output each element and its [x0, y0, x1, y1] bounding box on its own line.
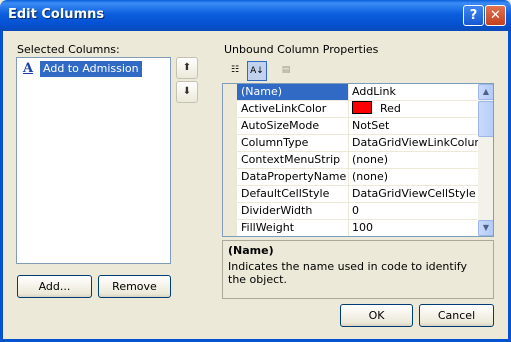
property-name: ContextMenuStrip: [237, 152, 349, 169]
property-value[interactable]: (none): [349, 152, 478, 169]
scroll-up-icon: ▲: [482, 87, 490, 96]
help-icon: ?: [469, 8, 478, 23]
property-name: AutoSizeMode: [237, 118, 349, 135]
property-pages-button[interactable]: ▤: [276, 61, 296, 81]
scroll-down-icon: ▼: [482, 223, 490, 232]
property-name: DividerWidth: [237, 203, 349, 220]
scroll-thumb[interactable]: [478, 101, 493, 137]
property-row[interactable]: DataPropertyName (none): [237, 169, 478, 186]
property-row[interactable]: ContextMenuStrip (none): [237, 152, 478, 169]
arrow-up-icon: ⬆: [182, 62, 192, 73]
property-value[interactable]: NotSet: [349, 118, 478, 135]
arrow-down-icon: ⬇: [182, 86, 192, 97]
property-grid[interactable]: (Name) AddLink ActiveLinkColor Red AutoS…: [222, 83, 494, 237]
close-icon: ✕: [490, 8, 501, 23]
description-title: (Name): [228, 244, 274, 257]
title-bar[interactable]: Edit Columns ? ✕: [0, 0, 511, 31]
property-value[interactable]: 100: [349, 220, 478, 236]
property-value[interactable]: DataGridViewLinkColumn: [349, 135, 478, 152]
property-row[interactable]: ActiveLinkColor Red: [237, 101, 478, 118]
help-button[interactable]: ?: [463, 5, 484, 26]
property-name: ColumnType: [237, 135, 349, 152]
property-value[interactable]: DataGridViewCellStyle { }: [349, 186, 478, 203]
property-name: FillWeight: [237, 220, 349, 236]
color-swatch: [352, 101, 372, 114]
properties-label: Unbound Column Properties: [224, 43, 379, 56]
property-row[interactable]: AutoSizeMode NotSet: [237, 118, 478, 135]
move-up-button[interactable]: ⬆: [176, 57, 198, 79]
property-value[interactable]: 0: [349, 203, 478, 220]
property-row[interactable]: DividerWidth 0: [237, 203, 478, 220]
selected-columns-label: Selected Columns:: [17, 43, 120, 56]
move-down-button[interactable]: ⬇: [176, 81, 198, 103]
add-button[interactable]: Add...: [17, 275, 92, 298]
link-column-icon: A: [23, 61, 34, 76]
list-item[interactable]: A Add to Admission: [20, 61, 168, 77]
categorized-icon: ☷: [230, 65, 240, 75]
property-grid-scrollbar[interactable]: ▲ ▼: [478, 84, 493, 236]
property-name: (Name): [237, 84, 349, 101]
grid-gutter: [223, 84, 237, 236]
property-row[interactable]: (Name) AddLink: [237, 84, 478, 101]
alphabetical-button[interactable]: A↓: [247, 61, 267, 81]
property-row[interactable]: FillWeight 100: [237, 220, 478, 236]
ok-button[interactable]: OK: [340, 304, 413, 327]
window-title: Edit Columns: [8, 7, 105, 22]
property-value-text: Red: [380, 102, 401, 115]
property-description-panel: (Name) Indicates the name used in code t…: [222, 240, 494, 299]
cancel-button[interactable]: Cancel: [419, 304, 494, 327]
remove-button[interactable]: Remove: [98, 275, 171, 298]
close-button[interactable]: ✕: [485, 5, 506, 26]
property-row[interactable]: ColumnType DataGridViewLinkColumn: [237, 135, 478, 152]
scroll-down-button[interactable]: ▼: [478, 220, 493, 236]
scroll-up-button[interactable]: ▲: [478, 84, 493, 100]
property-value[interactable]: Red: [349, 101, 478, 118]
property-name: ActiveLinkColor: [237, 101, 349, 118]
property-name: DataPropertyName: [237, 169, 349, 186]
description-text: Indicates the name used in code to ident…: [228, 260, 467, 286]
property-value[interactable]: AddLink: [349, 84, 478, 101]
selected-columns-list[interactable]: A Add to Admission: [16, 57, 171, 264]
property-pages-icon: ▤: [281, 65, 291, 75]
property-value[interactable]: (none): [349, 169, 478, 186]
sort-alphabetical-icon: A↓: [250, 66, 264, 76]
list-item-label: Add to Admission: [40, 61, 142, 77]
property-row[interactable]: DefaultCellStyle DataGridViewCellStyle {…: [237, 186, 478, 203]
categorized-button[interactable]: ☷: [225, 61, 245, 81]
property-name: DefaultCellStyle: [237, 186, 349, 203]
